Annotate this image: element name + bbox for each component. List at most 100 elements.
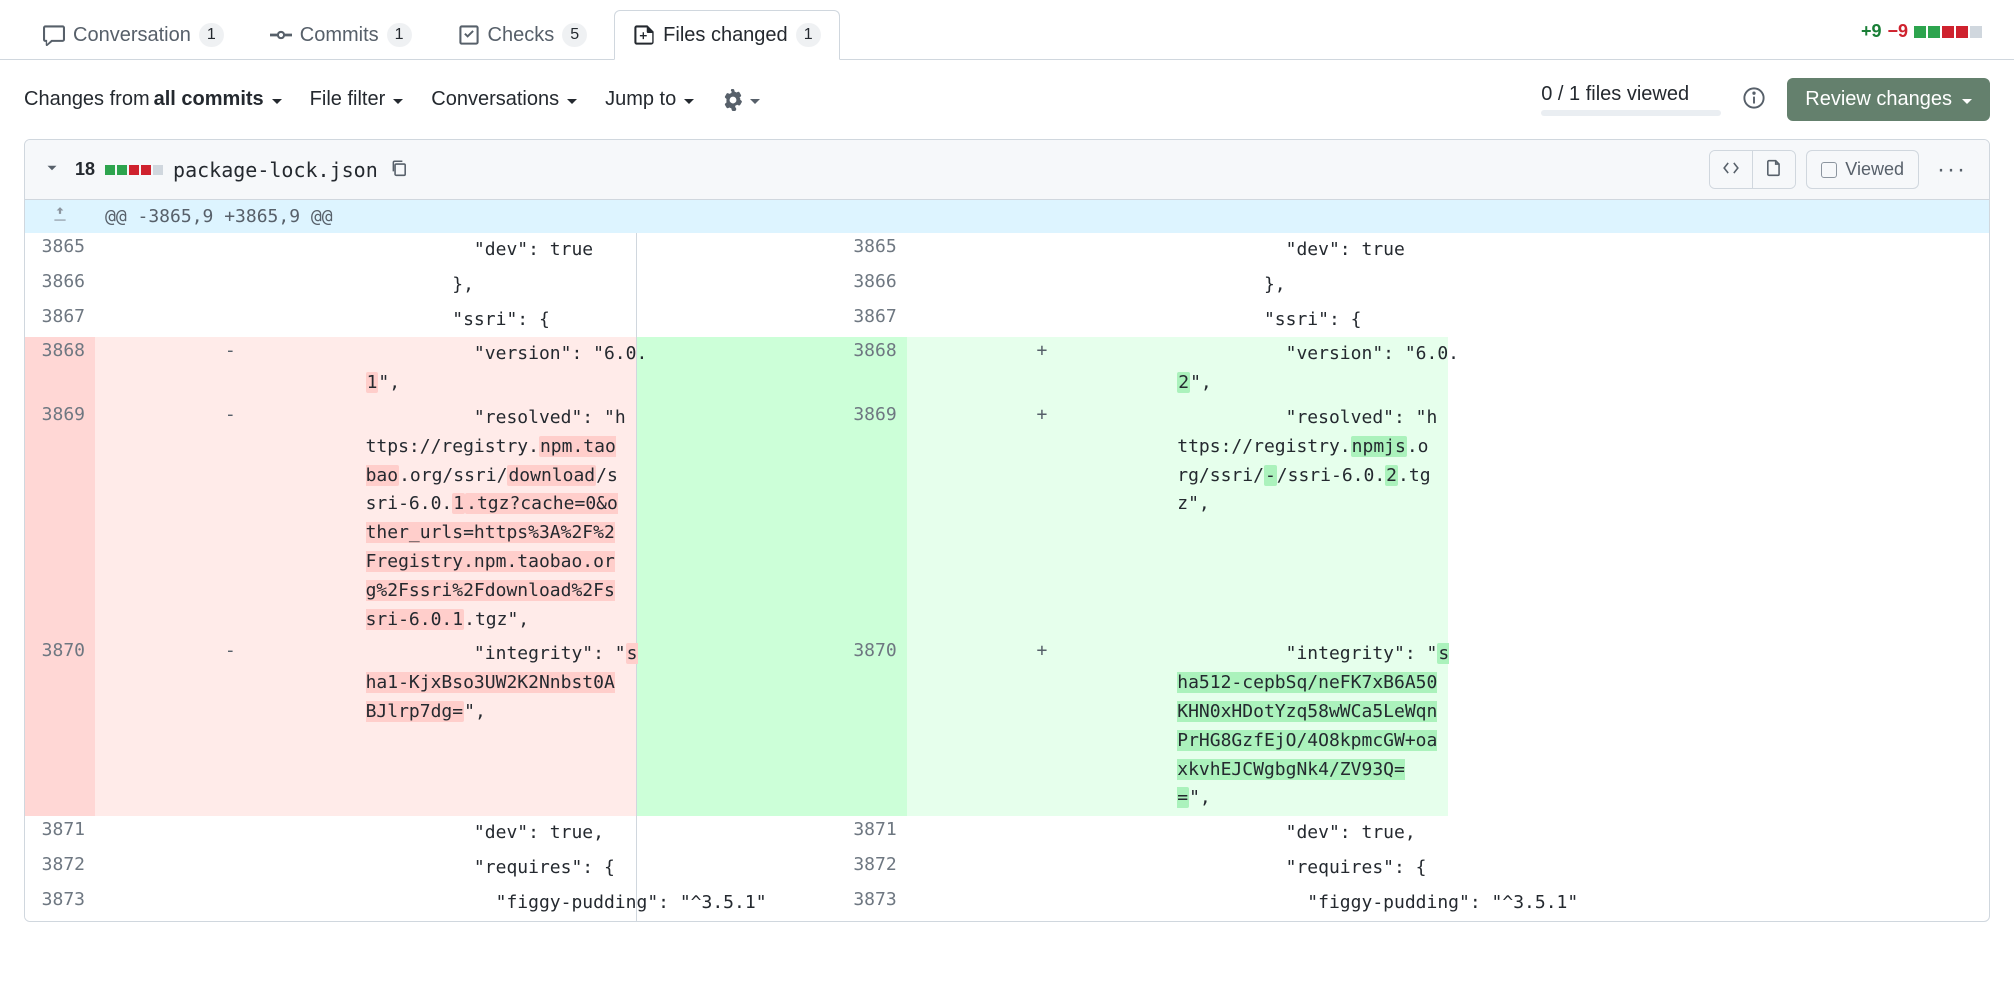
tab-commits-label: Commits [300,24,379,47]
code-left: }, [366,268,637,303]
addition-marker: + [907,637,1178,816]
tab-files-changed[interactable]: Files changed 1 [614,10,839,60]
unfold-icon [51,206,69,224]
code-right: "ssri": { [1177,303,1448,338]
line-num-right[interactable]: 3870 [636,637,907,816]
code-right: "dev": true, [1177,816,1448,851]
line-marker [95,233,366,268]
deletion-marker: - [95,337,366,401]
file-icon [1765,159,1783,177]
changes-from-dropdown[interactable]: Changes from all commits [24,88,282,111]
code-left: "figgy-pudding": "^3.5.1" [366,886,637,921]
hunk-header: @@ -3865,9 +3865,9 @@ [95,200,1989,233]
file-header-right: Viewed ··· [1709,150,1975,189]
file-name[interactable]: package-lock.json [173,158,378,182]
diffstat-squares [1914,26,1982,38]
jump-to-dropdown[interactable]: Jump to [605,88,694,111]
diffstat-deletions: −9 [1887,21,1908,42]
line-marker [907,233,1178,268]
tab-files-count: 1 [796,23,821,47]
diff-row: 3872 "requires": { 3872 "requires": { [25,851,1989,886]
diffstat-summary: +9 −9 [1861,21,1990,42]
file-diff-count: 18 [75,159,95,180]
diff-settings-dropdown[interactable] [722,89,760,111]
viewed-label: Viewed [1845,159,1904,180]
changes-from-value: all commits [154,88,264,111]
tab-checks-label: Checks [488,24,555,47]
file-header[interactable]: 18 package-lock.json Viewed · [25,140,1989,200]
conversation-icon [43,24,65,46]
line-num-right[interactable]: 3866 [636,268,907,303]
file-diffstat-squares [105,165,163,175]
code-right-addition: "version": "6.0.2", [1177,337,1448,401]
diff-row: 3873 "figgy-pudding": "^3.5.1" 3873 "fig… [25,886,1989,921]
commits-icon [270,24,292,46]
line-num-right[interactable]: 3865 [636,233,907,268]
diff-row: 3870 - "integrity": "sha1-KjxBso3UW2K2Nn… [25,637,1989,816]
line-num-left[interactable]: 3870 [25,637,95,816]
diff-row: 3865 "dev": true 3865 "dev": true [25,233,1989,268]
tab-nav: Conversation 1 Commits 1 Checks 5 Files … [0,10,2014,60]
files-viewed-wrapper: 0 / 1 files viewed [1541,83,1721,116]
hunk-row: @@ -3865,9 +3865,9 @@ [25,200,1989,233]
viewed-checkbox[interactable]: Viewed [1806,150,1919,189]
line-num-right[interactable]: 3868 [636,337,907,401]
diff-row: 3869 - "resolved": "https://registry.npm… [25,401,1989,637]
diff-split-table: @@ -3865,9 +3865,9 @@ 3865 "dev": true 3… [25,200,1989,921]
diff-row: 3867 "ssri": { 3867 "ssri": { [25,303,1989,338]
checkbox-icon [1821,162,1837,178]
file-kebab-menu[interactable]: ··· [1929,156,1975,184]
line-num-left[interactable]: 3867 [25,303,95,338]
copy-path-button[interactable] [388,157,410,182]
line-num-right[interactable]: 3871 [636,816,907,851]
files-viewed-progress [1541,110,1721,116]
conversations-dropdown[interactable]: Conversations [431,88,577,111]
line-num-left[interactable]: 3866 [25,268,95,303]
checks-icon [458,24,480,46]
files-viewed-info[interactable] [1739,83,1769,116]
file-filter-dropdown[interactable]: File filter [310,88,404,111]
diff-row: 3868 - "version": "6.0.1", 3868 + "versi… [25,337,1989,401]
code-left: "requires": { [366,851,637,886]
file-header-left: 18 package-lock.json [39,155,410,184]
line-num-left[interactable]: 3871 [25,816,95,851]
review-changes-label: Review changes [1805,88,1952,111]
collapse-file-toggle[interactable] [39,155,65,184]
diffstat-additions: +9 [1861,21,1882,42]
code-left: "dev": true, [366,816,637,851]
line-num-left[interactable]: 3865 [25,233,95,268]
review-changes-button[interactable]: Review changes [1787,78,1990,121]
tab-commits[interactable]: Commits 1 [251,10,431,60]
code-right: "requires": { [1177,851,1448,886]
tab-checks[interactable]: Checks 5 [439,10,607,60]
diff-row: 3871 "dev": true, 3871 "dev": true, [25,816,1989,851]
pr-toolbar-left: Changes from all commits File filter Con… [24,88,760,111]
code-left-deletion: "version": "6.0.1", [366,337,637,401]
line-num-right[interactable]: 3872 [636,851,907,886]
rich-view-button[interactable] [1752,151,1795,188]
tab-conversation[interactable]: Conversation 1 [24,10,243,60]
code-left: "ssri": { [366,303,637,338]
line-num-left[interactable]: 3873 [25,886,95,921]
code-right-addition: "integrity": "sha512-cepbSq/neFK7xB6A50K… [1177,637,1448,816]
source-view-button[interactable] [1710,151,1752,188]
copy-icon [390,159,408,177]
line-num-left[interactable]: 3869 [25,401,95,637]
diff-row: 3866 }, 3866 }, [25,268,1989,303]
tab-conversation-label: Conversation [73,24,191,47]
deletion-marker: - [95,637,366,816]
line-num-right[interactable]: 3869 [636,401,907,637]
files-icon [633,24,655,46]
line-num-left[interactable]: 3868 [25,337,95,401]
code-right: }, [1177,268,1448,303]
code-right-addition: "resolved": "https://registry.npmjs.org/… [1177,401,1448,637]
addition-marker: + [907,337,1178,401]
deletion-marker: - [95,401,366,637]
line-num-left[interactable]: 3872 [25,851,95,886]
code-right: "figgy-pudding": "^3.5.1" [1177,886,1448,921]
line-num-right[interactable]: 3867 [636,303,907,338]
tabs-list: Conversation 1 Commits 1 Checks 5 Files … [24,10,840,59]
code-right: "dev": true [1177,233,1448,268]
code-left: "dev": true [366,233,637,268]
expand-hunk-button[interactable] [25,200,95,233]
